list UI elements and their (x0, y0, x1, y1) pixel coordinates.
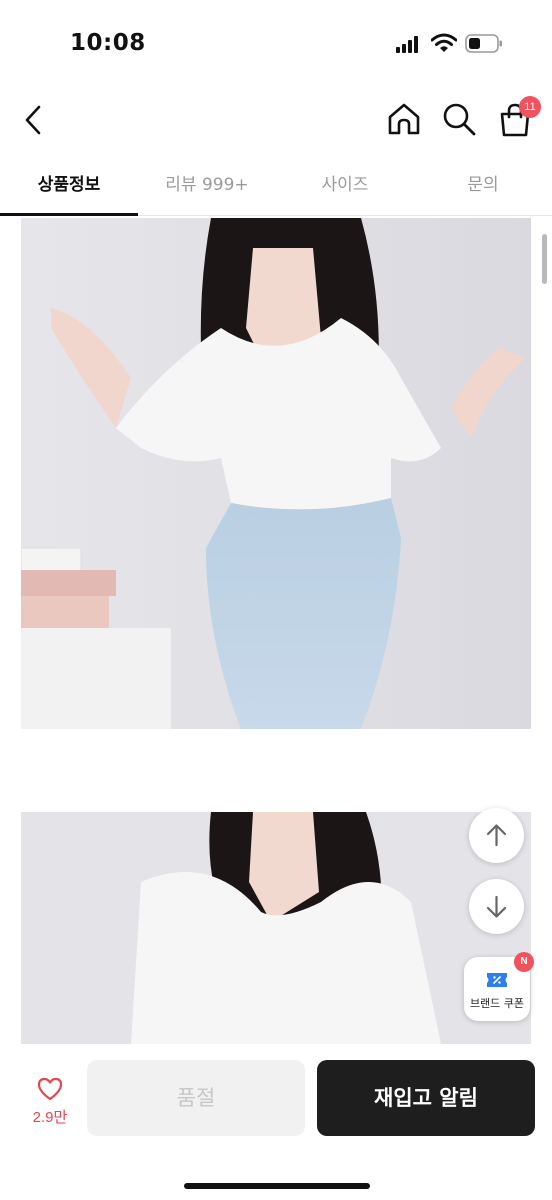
coupon-new-badge: N (514, 952, 534, 972)
tab-reviews[interactable]: 리뷰 999+ (138, 160, 276, 216)
search-icon[interactable] (440, 100, 478, 138)
scroll-indicator[interactable] (542, 234, 547, 284)
product-tabs: 상품정보 리뷰 999+ 사이즈 문의 (0, 160, 552, 216)
tab-product-info[interactable]: 상품정보 (0, 160, 138, 216)
scroll-to-bottom-button[interactable] (469, 879, 524, 934)
product-photo-1 (21, 218, 531, 729)
product-photo-2 (21, 812, 531, 1044)
coupon-ticket-icon (487, 973, 507, 987)
cart-count-badge: 11 (519, 96, 541, 118)
like-button[interactable]: 2.9만 (18, 1068, 82, 1132)
status-time: 10:08 (70, 30, 146, 56)
like-count: 2.9만 (32, 1109, 68, 1126)
cellular-signal-icon (396, 35, 422, 53)
tab-inquiry[interactable]: 문의 (414, 160, 552, 216)
status-bar: 10:08 (0, 0, 552, 80)
arrow-up-icon (486, 824, 507, 847)
arrow-down-icon (486, 895, 507, 918)
home-icon[interactable] (385, 100, 423, 138)
coupon-label: 브랜드 쿠폰 (469, 997, 525, 1010)
top-nav-bar (0, 88, 552, 150)
home-indicator (184, 1183, 370, 1189)
heart-icon (37, 1077, 63, 1101)
wifi-icon (431, 33, 457, 52)
back-arrow-icon[interactable] (18, 102, 50, 138)
active-tab-indicator (0, 213, 138, 216)
tab-size[interactable]: 사이즈 (276, 160, 414, 216)
battery-icon (465, 34, 502, 53)
sold-out-button: 품절 (87, 1060, 305, 1136)
restock-alert-button[interactable]: 재입고 알림 (317, 1060, 535, 1136)
scroll-to-top-button[interactable] (469, 808, 524, 863)
